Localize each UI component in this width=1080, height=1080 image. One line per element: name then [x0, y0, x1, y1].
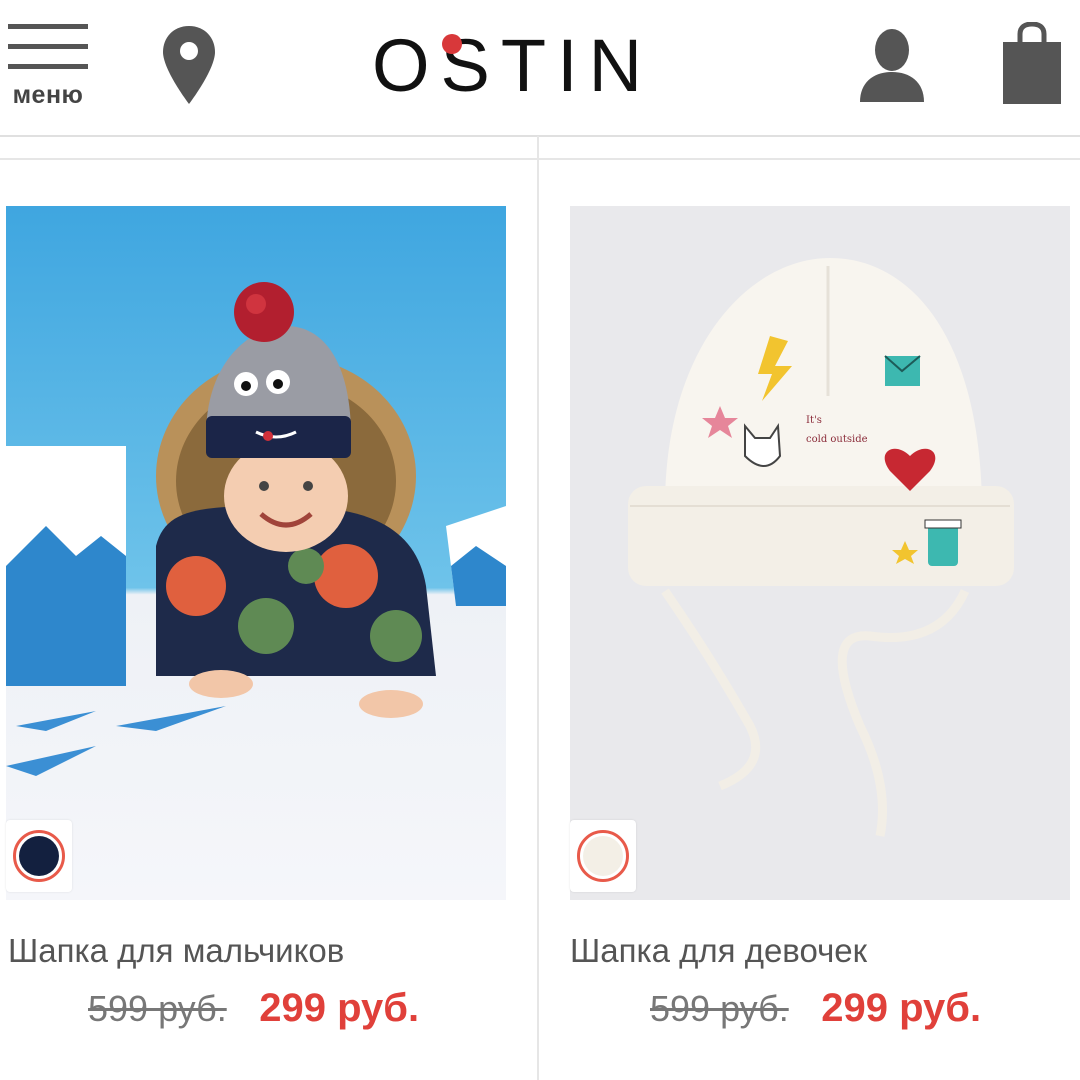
price-row: 599 руб. 299 руб.	[88, 986, 419, 1031]
color-swatch[interactable]	[570, 820, 636, 892]
product-name[interactable]: Шапка для девочек	[570, 932, 867, 970]
menu-icon-line	[8, 64, 88, 69]
color-swatch[interactable]	[6, 820, 72, 892]
svg-text:It's: It's	[806, 415, 822, 426]
user-icon	[860, 29, 924, 102]
baby-photo	[6, 206, 506, 900]
logo-dot	[442, 34, 462, 54]
site-header: меню OSTIN	[0, 0, 1080, 136]
brand-logo[interactable]: OSTIN	[372, 26, 702, 106]
product-card[interactable]: Шапка для мальчиков 599 руб. 299 руб.	[0, 160, 540, 1080]
location-button[interactable]	[160, 24, 218, 106]
menu-icon	[8, 24, 88, 29]
map-pin-icon	[163, 26, 215, 104]
swatch-selected-ring	[577, 830, 629, 882]
swatch-color-cream	[583, 836, 623, 876]
menu-button[interactable]: меню	[6, 22, 90, 114]
sale-price: 299 руб.	[821, 986, 982, 1030]
svg-text:cold outside: cold outside	[806, 434, 868, 445]
menu-label: меню	[12, 81, 84, 109]
old-price: 599 руб.	[650, 988, 789, 1029]
account-button[interactable]	[856, 26, 928, 104]
header-divider	[0, 135, 1080, 137]
knit-hat-photo: It's cold outside	[570, 206, 1070, 900]
old-price: 599 руб.	[88, 988, 227, 1029]
swatch-selected-ring	[13, 830, 65, 882]
shopping-bag-icon	[1003, 21, 1061, 104]
swatch-color-navy	[19, 836, 59, 876]
price-row: 599 руб. 299 руб.	[650, 986, 981, 1031]
cart-button[interactable]	[1000, 21, 1064, 106]
product-name[interactable]: Шапка для мальчиков	[8, 932, 344, 970]
sale-price: 299 руб.	[259, 986, 420, 1030]
logo-text: OSTIN	[372, 24, 654, 107]
menu-icon-line	[8, 44, 88, 49]
product-image[interactable]	[6, 206, 506, 900]
product-image[interactable]: It's cold outside	[570, 206, 1070, 900]
product-card[interactable]: It's cold outside Шапка для девочек 599 …	[540, 160, 1080, 1080]
